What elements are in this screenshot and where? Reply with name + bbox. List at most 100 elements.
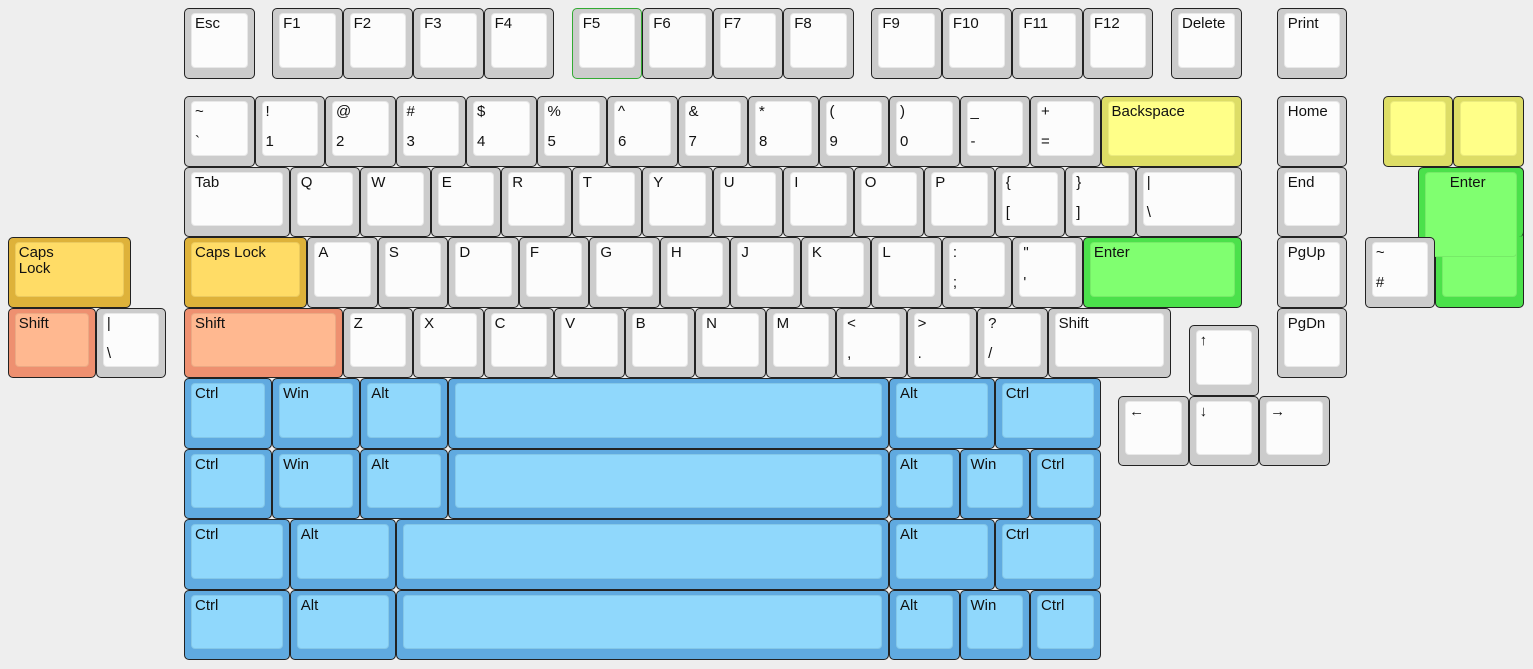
key-win[interactable]: Win <box>272 378 361 449</box>
key-+[interactable]: + = <box>1030 96 1101 167</box>
key-shift[interactable]: Shift <box>7 307 96 379</box>
key-m[interactable]: M <box>765 307 837 379</box>
key-alt[interactable]: Alt <box>889 519 995 590</box>
key-f7[interactable]: F7 <box>712 8 784 79</box>
key-tab[interactable]: Tab <box>184 166 290 238</box>
key-d[interactable]: D <box>448 237 519 308</box>
key-o[interactable]: O <box>853 166 925 238</box>
key-*[interactable]: * 8 <box>748 96 819 167</box>
key-g[interactable]: G <box>589 237 660 308</box>
key-caps-lock[interactable]: Caps Lock <box>184 237 308 308</box>
key-![interactable]: ! 1 <box>254 96 325 167</box>
key-alt[interactable]: Alt <box>289 519 396 590</box>
key-end[interactable]: End <box>1276 166 1348 238</box>
key-↑[interactable]: ↑ <box>1188 325 1260 396</box>
key-"[interactable]: " ' <box>1012 237 1083 308</box>
key-alt[interactable]: Alt <box>889 589 960 661</box>
key-blank[interactable] <box>1382 96 1453 167</box>
key-win[interactable]: Win <box>272 448 361 520</box>
key-ctrl[interactable]: Ctrl <box>1030 448 1101 520</box>
key-w[interactable]: W <box>360 166 431 238</box>
key-ctrl[interactable]: Ctrl <box>1030 589 1101 661</box>
key-y[interactable]: Y <box>642 166 713 238</box>
key-^[interactable]: ^ 6 <box>607 96 678 167</box>
key-f11[interactable]: F11 <box>1012 8 1083 79</box>
key-u[interactable]: U <box>712 166 784 238</box>
key-e[interactable]: E <box>430 166 502 238</box>
key-caps-lock[interactable]: Caps Lock <box>7 237 132 308</box>
key-←[interactable]: ← <box>1118 395 1189 467</box>
key-t[interactable]: T <box>571 166 643 238</box>
key-ctrl[interactable]: Ctrl <box>994 378 1101 449</box>
key-blank[interactable] <box>448 448 889 520</box>
key-<[interactable]: <, <box>836 307 907 379</box>
key-)[interactable]: ) 0 <box>889 96 960 167</box>
key-p[interactable]: P <box>924 166 995 238</box>
key-j[interactable]: J <box>730 237 801 308</box>
key-ctrl[interactable]: Ctrl <box>994 519 1101 590</box>
key-delete[interactable]: Delete <box>1171 8 1242 79</box>
key-backspace[interactable]: Backspace <box>1100 96 1242 167</box>
key-~[interactable]: ~ ` <box>184 96 255 167</box>
key-f12[interactable]: F12 <box>1082 8 1154 79</box>
key-f1[interactable]: F1 <box>272 8 343 79</box>
key-@[interactable]: @2 <box>325 96 396 167</box>
key-c[interactable]: C <box>483 307 555 379</box>
key-h[interactable]: H <box>659 237 731 308</box>
key-win[interactable]: Win <box>959 448 1030 520</box>
key-alt[interactable]: Alt <box>889 378 995 449</box>
key-_[interactable]: _ - <box>959 96 1030 167</box>
key-{[interactable]: {[ <box>994 166 1066 238</box>
key-&[interactable]: & 7 <box>677 96 748 167</box>
key-l[interactable]: L <box>871 237 942 308</box>
key-alt[interactable]: Alt <box>289 589 396 661</box>
key-v[interactable]: V <box>554 307 625 379</box>
key-win[interactable]: Win <box>959 589 1030 661</box>
key-f5[interactable]: F5 <box>571 8 643 79</box>
key-k[interactable]: K <box>800 237 872 308</box>
key-|[interactable]: | \ <box>95 307 167 379</box>
key-pgdn[interactable]: PgDn <box>1276 307 1348 379</box>
key-~[interactable]: ~ # <box>1364 237 1436 308</box>
key-|[interactable]: | \ <box>1135 166 1242 238</box>
key-x[interactable]: X <box>413 307 484 379</box>
key-f9[interactable]: F9 <box>871 8 942 79</box>
key-%[interactable]: % 5 <box>536 96 607 167</box>
key-n[interactable]: N <box>695 307 766 379</box>
key-$[interactable]: $4 <box>466 96 537 167</box>
key-f6[interactable]: F6 <box>642 8 713 79</box>
key-pgup[interactable]: PgUp <box>1276 237 1348 308</box>
key-f2[interactable]: F2 <box>342 8 414 79</box>
key-f10[interactable]: F10 <box>941 8 1013 79</box>
key-enter[interactable]: Enter <box>1417 166 1524 258</box>
key-r[interactable]: R <box>501 166 572 238</box>
key-q[interactable]: Q <box>289 166 361 238</box>
key-alt[interactable]: Alt <box>360 378 449 449</box>
key-enter[interactable]: Enter <box>1082 237 1242 308</box>
key-shift[interactable]: Shift <box>1047 307 1171 379</box>
key-i[interactable]: I <box>783 166 854 238</box>
key-ctrl[interactable]: Ctrl <box>184 519 290 590</box>
key-s[interactable]: S <box>377 237 449 308</box>
key-esc[interactable]: Esc <box>184 8 255 79</box>
key-blank[interactable] <box>1453 96 1524 167</box>
key-ctrl[interactable]: Ctrl <box>184 589 290 661</box>
key-f4[interactable]: F4 <box>483 8 555 79</box>
key-alt[interactable]: Alt <box>889 448 960 520</box>
key-([interactable]: (9 <box>818 96 889 167</box>
key-print[interactable]: Print <box>1276 8 1348 79</box>
key-↓[interactable]: ↓ <box>1188 395 1260 467</box>
key-b[interactable]: B <box>624 307 696 379</box>
key-a[interactable]: A <box>307 237 378 308</box>
key-alt[interactable]: Alt <box>360 448 449 520</box>
key-?[interactable]: ? / <box>977 307 1048 379</box>
key-home[interactable]: Home <box>1276 96 1348 167</box>
key-ctrl[interactable]: Ctrl <box>184 378 273 449</box>
key-z[interactable]: Z <box>342 307 414 379</box>
key-shift[interactable]: Shift <box>184 307 343 379</box>
key-→[interactable]: → <box>1259 395 1330 467</box>
key-#[interactable]: #3 <box>395 96 466 167</box>
key-f8[interactable]: F8 <box>783 8 854 79</box>
key-blank[interactable] <box>448 378 889 449</box>
key-}[interactable]: }] <box>1065 166 1136 238</box>
